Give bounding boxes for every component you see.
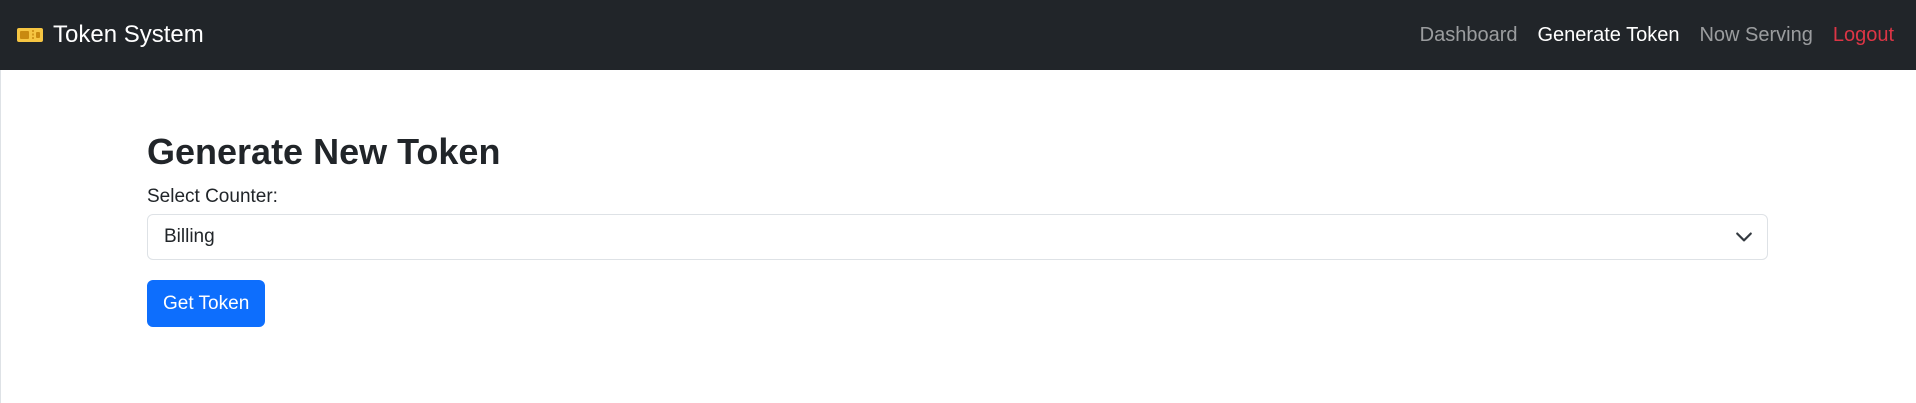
top-navbar: Token System Dashboard Generate Token No… xyxy=(0,0,1916,70)
page-left-border xyxy=(0,70,1,403)
ticket-icon xyxy=(17,28,43,42)
generate-token-form: Generate New Token Select Counter: Billi… xyxy=(147,130,1768,327)
counter-select[interactable]: Billing xyxy=(147,213,1768,260)
nav-link-now-serving[interactable]: Now Serving xyxy=(1699,24,1812,47)
chevron-down-icon xyxy=(1735,228,1753,246)
page-title: Generate New Token xyxy=(147,131,501,172)
get-token-button[interactable]: Get Token xyxy=(147,279,266,327)
counter-select-value: Billing xyxy=(164,225,215,247)
brand-title: Token System xyxy=(53,21,204,48)
nav-link-generate-token[interactable]: Generate Token xyxy=(1537,24,1679,47)
nav-links: Dashboard Generate Token Now Serving Log… xyxy=(1400,0,1894,70)
counter-select-label: Select Counter: xyxy=(147,186,278,208)
nav-link-logout[interactable]: Logout xyxy=(1833,24,1894,47)
nav-link-dashboard[interactable]: Dashboard xyxy=(1420,24,1518,47)
brand-link[interactable]: Token System xyxy=(17,0,204,70)
